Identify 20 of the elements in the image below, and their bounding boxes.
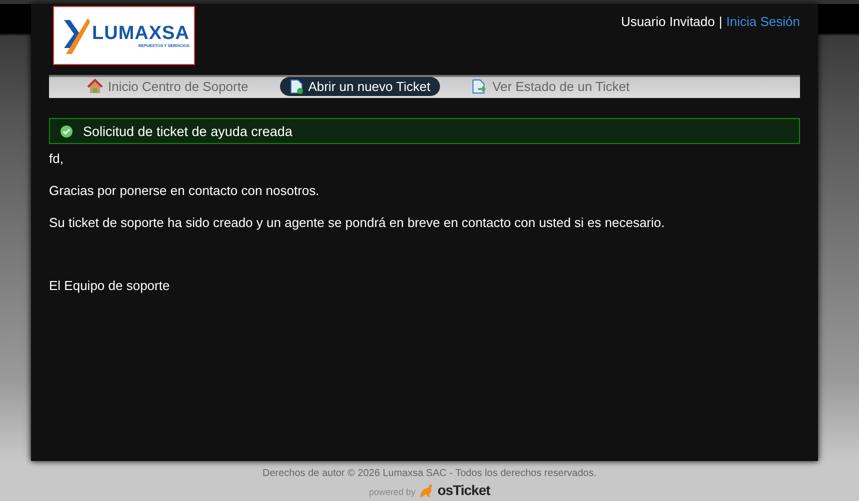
separator: | <box>718 14 722 29</box>
logo-mark-icon <box>62 16 90 56</box>
message-paragraph: Gracias por ponerse en contacto con nosotros. <box>49 184 320 198</box>
document-arrow-icon <box>472 79 488 94</box>
logo-name: LUMAXSA <box>92 24 190 42</box>
copyright-text: Derechos de autor © 2026 Lumaxsa SAC - Todos los derechos reservados. <box>262 468 597 479</box>
guest-label: Usuario Invitado <box>620 14 715 29</box>
nav-tab[interactable]: Abrir un nuevo Ticket <box>280 77 440 96</box>
nav-tab[interactable]: Inicio Centro de Soporte <box>77 77 258 96</box>
message-paragraph: Su ticket de soporte ha sido creado y un agente se pondrá en breve en contacto con usted si es necesario. <box>49 216 666 230</box>
house-icon <box>87 79 103 94</box>
check-icon <box>60 124 73 138</box>
message-paragraph: fd, <box>49 152 64 166</box>
login-link[interactable]: Inicia Sesión <box>726 14 800 29</box>
signature: El Equipo de soporte <box>49 278 171 293</box>
notice-text: Solicitud de ticket de ayuda creada <box>83 124 292 138</box>
nav-tab[interactable]: Ver Estado de un Ticket <box>462 77 640 96</box>
new-document-icon <box>290 79 304 94</box>
product-name: osTicket <box>437 483 490 497</box>
powered-by-text: powered by <box>368 487 416 497</box>
